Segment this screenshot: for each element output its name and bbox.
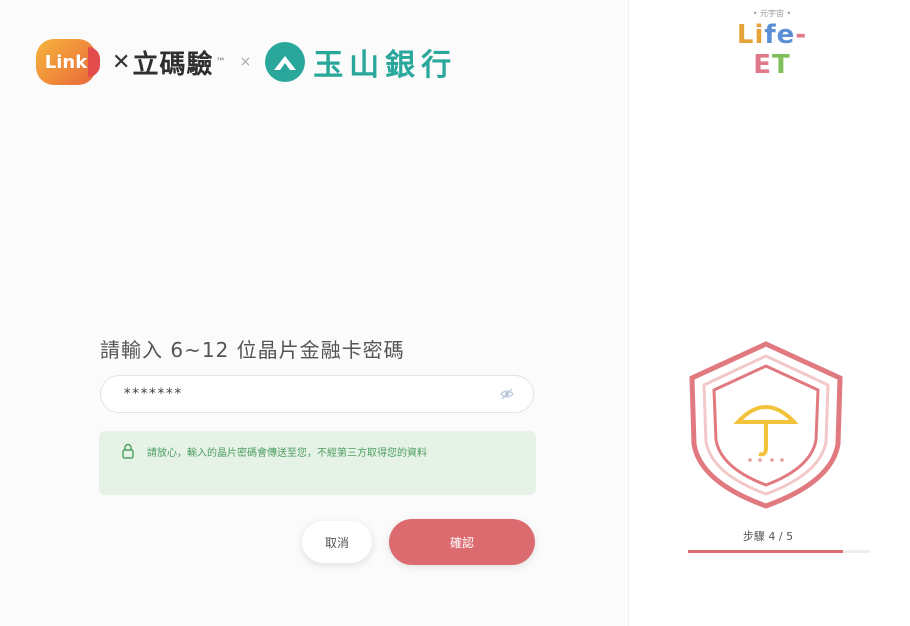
shield-umbrella-icon <box>689 341 843 509</box>
progress-bar-fill <box>688 550 843 553</box>
partner-logo-icon: ✕ <box>112 49 131 75</box>
lock-icon <box>122 443 134 459</box>
life-et-logo: Life-ET <box>722 20 822 80</box>
life-et-logo-part: fe <box>764 20 796 50</box>
security-notice: 請放心，輸入的晶片密碼會傳送至您，不經第三方取得您的資料 <box>99 431 536 495</box>
brand-header: Link ✕ 立碼驗 ™ × 玉山銀行 <box>36 38 457 86</box>
eye-off-icon[interactable] <box>500 387 514 401</box>
link-logo-tail <box>88 47 100 77</box>
times-separator: × <box>239 54 252 70</box>
login-panel: Link ✕ 立碼驗 ™ × 玉山銀行 請輸入 6~12 位晶片金融卡密碼 請放… <box>0 0 628 626</box>
confirm-button[interactable]: 確認 <box>389 519 535 565</box>
sidebar-caption: • 元宇宙 • <box>752 9 792 18</box>
bank-logo-icon <box>265 42 306 82</box>
pin-prompt: 請輸入 6~12 位晶片金融卡密碼 <box>100 338 405 362</box>
pin-input[interactable] <box>100 375 534 413</box>
step-indicator: 步驟 4 / 5 <box>742 530 794 543</box>
security-notice-text: 請放心，輸入的晶片密碼會傳送至您，不經第三方取得您的資料 <box>147 448 427 459</box>
progress-bar <box>688 550 870 553</box>
life-et-logo-part: T <box>772 50 791 80</box>
partner-name: 立碼驗 <box>132 49 214 80</box>
bank-name: 玉山銀行 <box>313 48 458 83</box>
cancel-button[interactable]: 取消 <box>302 521 372 563</box>
life-et-logo-part: Li <box>736 20 765 50</box>
link-logo: Link <box>36 39 96 85</box>
trademark-mark: ™ <box>215 56 226 68</box>
